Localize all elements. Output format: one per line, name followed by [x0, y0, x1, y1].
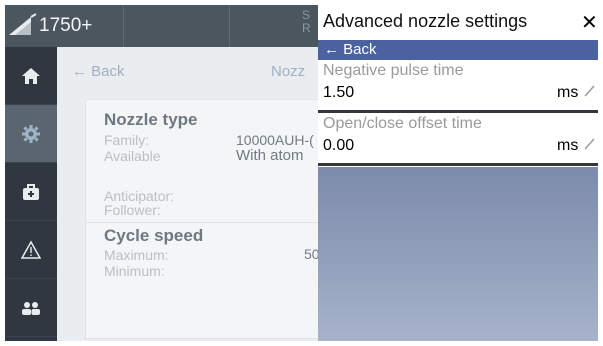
field-label: Negative pulse time — [323, 62, 464, 79]
edit-pencil-icon[interactable] — [583, 84, 595, 98]
panel-title: Advanced nozzle settings — [323, 11, 528, 31]
cycle-speed-heading: Cycle speed — [104, 226, 204, 245]
users-icon — [22, 301, 40, 315]
minimum-label: Minimum: — [104, 263, 165, 279]
available-value: With atom — [236, 147, 304, 164]
advanced-nozzle-settings-panel: Advanced nozzle settings ✕ ← Back Negati… — [318, 5, 598, 341]
field-unit: ms — [557, 84, 579, 101]
sidebar-item-toolbox[interactable] — [5, 163, 57, 221]
available-label: Available — [104, 148, 161, 164]
printer-logo-icon — [9, 13, 37, 35]
follower-label: Follower: — [104, 202, 161, 218]
sidebar-item-home[interactable] — [5, 47, 57, 105]
warning-icon — [21, 239, 41, 259]
field-value: 0.00 — [323, 137, 355, 154]
topbar-divider — [229, 5, 230, 47]
nozzle-type-heading: Nozzle type — [104, 110, 198, 129]
gear-icon — [22, 124, 40, 143]
back-link-label: Back — [91, 63, 125, 80]
sidebar — [5, 47, 57, 341]
open-close-offset-time-field[interactable]: Open/close offset time 0.00 ms — [318, 113, 598, 167]
maximum-label: Maximum: — [104, 247, 169, 263]
negative-pulse-time-field[interactable]: Negative pulse time 1.50 ms — [318, 60, 598, 114]
back-link[interactable]: ← Back — [72, 63, 125, 80]
close-icon[interactable]: ✕ — [581, 10, 598, 35]
toolbox-icon — [23, 183, 39, 200]
sidebar-item-alerts[interactable] — [5, 221, 57, 279]
sidebar-item-users[interactable] — [5, 279, 57, 337]
panel-back-label: ← Back — [324, 41, 377, 58]
field-value: 1.50 — [323, 84, 355, 101]
printer-model-label: 1750+ — [39, 15, 93, 36]
edit-pencil-icon[interactable] — [583, 137, 595, 151]
home-icon — [22, 67, 40, 84]
field-unit: ms — [557, 137, 579, 154]
sidebar-item-settings[interactable] — [5, 105, 57, 163]
topbar-hidden-text: SR — [302, 8, 311, 35]
page-title: Nozz — [271, 63, 306, 80]
app-window: 1750+ SR ← Back Nozz Nozzle type Family:… — [5, 5, 598, 341]
field-underline — [318, 163, 598, 166]
field-label: Open/close offset time — [323, 115, 482, 132]
family-value: 10000AUH-( — [236, 132, 314, 148]
panel-header: Advanced nozzle settings ✕ — [318, 5, 598, 40]
family-label: Family: — [104, 132, 150, 148]
topbar-divider — [123, 5, 124, 47]
panel-back-button[interactable]: ← Back — [318, 40, 598, 60]
